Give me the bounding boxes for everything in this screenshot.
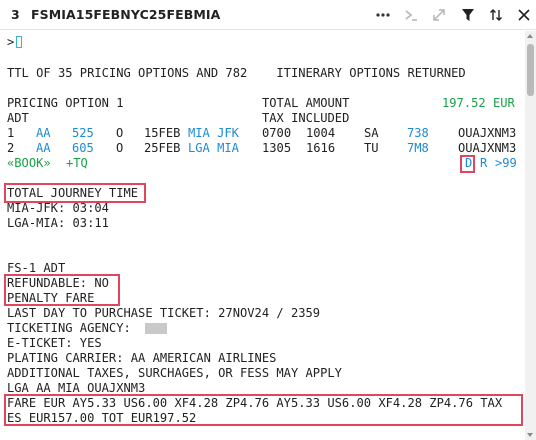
window-titlebar: 3 FSMIA15FEBNYC25FEBMIA (0, 0, 536, 30)
text-cursor (16, 36, 22, 48)
command-prompt-icon[interactable] (402, 6, 420, 24)
flight-date: 25FEB (144, 141, 181, 155)
weekday: SA (364, 126, 379, 140)
actions-line: «BOOK» +TQ D R >99 (7, 156, 519, 171)
equipment-link[interactable]: 7M8 (407, 141, 429, 156)
pax-line: ADT TAX INCLUDED (7, 111, 519, 126)
flight-number-link[interactable]: 525 (72, 126, 94, 141)
scroll-down-icon[interactable] (527, 433, 533, 437)
command-prompt[interactable]: > (7, 35, 36, 50)
pricing-header-line: PRICING OPTION 1 TOTAL AMOUNT 197.52 EUR (7, 96, 519, 111)
window-number: 3 (11, 7, 20, 22)
expand-icon[interactable] (430, 6, 448, 24)
terminal-output[interactable]: > TTL OF 35 PRICING OPTIONS AND 782 ITIN… (0, 31, 525, 440)
segment-number: 2 (7, 141, 15, 155)
pricing-option-label: PRICING OPTION 1 (7, 96, 124, 110)
scroll-up-icon[interactable] (527, 34, 533, 38)
segment-number: 1 (7, 126, 15, 140)
rules-link[interactable]: R (480, 156, 487, 171)
journey-time-row: LGA-MIA: 03:11 (7, 216, 109, 230)
fare-section-label: FS-1 ADT (7, 261, 66, 275)
equipment-link[interactable]: 738 (407, 126, 429, 141)
summary-line: TTL OF 35 PRICING OPTIONS AND 782 ITINER… (7, 66, 466, 80)
prompt-symbol: > (7, 35, 15, 49)
fare-basis: OUAJXNM3 (458, 141, 517, 155)
fare-breakdown-line: FARE EUR AY5.33 US6.00 XF4.28 ZP4.76 AY5… (7, 396, 503, 410)
more-icon[interactable] (374, 6, 392, 24)
window-command-title: FSMIA15FEBNYC25FEBMIA (31, 7, 221, 22)
flight-number-link[interactable]: 605 (72, 141, 94, 156)
agency-line: TICKETING AGENCY: (7, 321, 207, 336)
arrival-time: 1616 (306, 141, 336, 155)
refundable-line: REFUNDABLE: NO (7, 276, 109, 290)
airline-link[interactable]: AA (36, 126, 51, 141)
total-amount-label: TOTAL AMOUNT (262, 96, 350, 110)
close-icon[interactable] (515, 6, 533, 24)
redacted-agency (145, 323, 167, 334)
total-amount-value: 197.52 EUR (442, 96, 515, 110)
vertical-scrollbar[interactable] (525, 31, 536, 440)
sort-icon[interactable] (487, 6, 505, 24)
more-options-link[interactable]: >99 (495, 156, 517, 171)
journey-time-title: TOTAL JOURNEY TIME (7, 186, 139, 200)
fare-basis: OUAJXNM3 (458, 126, 517, 140)
book-link[interactable]: «BOOK» (7, 156, 51, 171)
segment-row: 2 AA 605 O 25FEB LGA MIA 1305 1616 TU 7M… (7, 141, 519, 156)
departure-time: 0700 (262, 126, 292, 140)
route-link[interactable]: MIA JFK (188, 126, 239, 141)
booking-class: O (116, 126, 124, 140)
plating-carrier-line: PLATING CARRIER: AA AMERICAN AIRLINES (7, 351, 277, 365)
pax-type: ADT (7, 111, 29, 125)
last-day-line: LAST DAY TO PURCHASE TICKET: 27NOV24 / 2… (7, 306, 321, 320)
route-link[interactable]: LGA MIA (188, 141, 239, 156)
additional-taxes-line: ADDITIONAL TAXES, SURCHAGES, OR FESS MAY… (7, 366, 342, 380)
filter-icon[interactable] (459, 6, 477, 24)
journey-time-row: MIA-JFK: 03:04 (7, 201, 109, 215)
departure-time: 1305 (262, 141, 292, 155)
eticket-line: E-TICKET: YES (7, 336, 102, 350)
weekday: TU (364, 141, 379, 155)
flight-date: 15FEB (144, 126, 181, 140)
penalty-line: PENALTY FARE (7, 291, 95, 305)
arrival-time: 1004 (306, 126, 336, 140)
booking-class: O (116, 141, 124, 155)
scroll-thumb[interactable] (527, 44, 534, 96)
fare-calc-line: LGA AA MIA OUAJXNM3 (7, 381, 146, 395)
segment-row: 1 AA 525 O 15FEB MIA JFK 0700 1004 SA 73… (7, 126, 519, 141)
tq-link[interactable]: +TQ (66, 156, 88, 171)
tax-included-label: TAX INCLUDED (262, 111, 350, 125)
fare-total-line: ES EUR157.00 TOT EUR197.52 (7, 411, 197, 425)
agency-label: TICKETING AGENCY: (7, 321, 131, 335)
details-link[interactable]: D (465, 156, 472, 171)
airline-link[interactable]: AA (36, 141, 51, 156)
